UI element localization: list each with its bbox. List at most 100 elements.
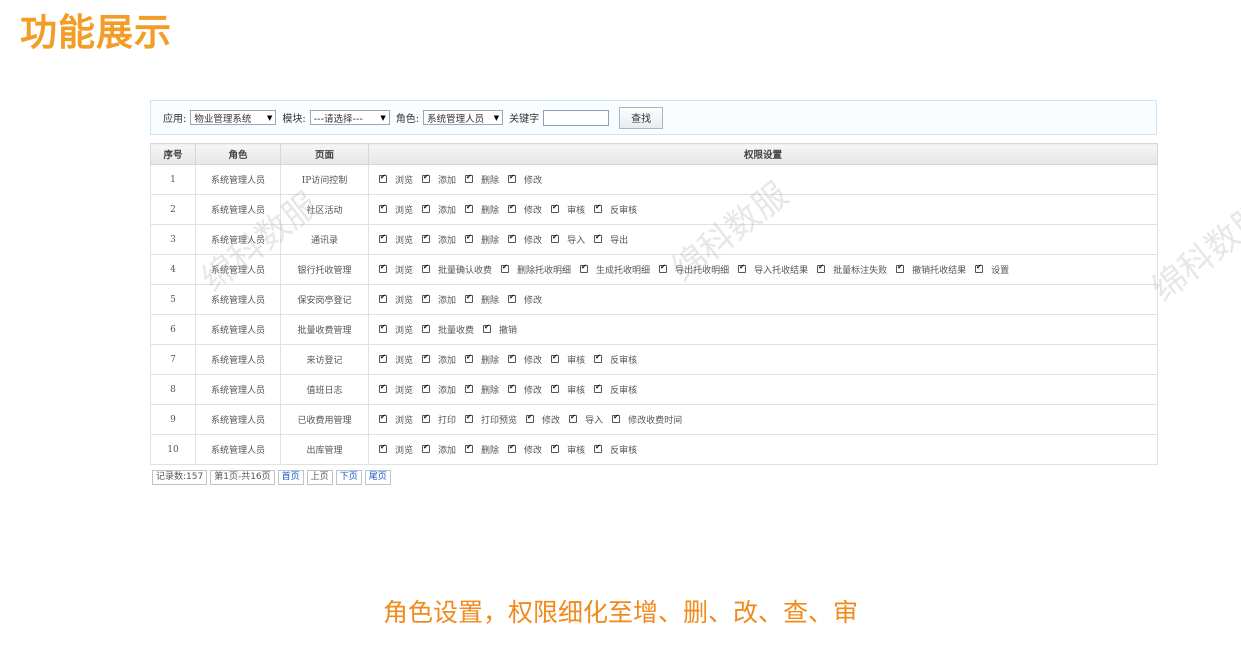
- permission-checkbox[interactable]: [526, 413, 535, 424]
- permission-checkbox[interactable]: [422, 413, 431, 424]
- permission-item: 修改: [508, 233, 542, 246]
- permission-checkbox[interactable]: [508, 293, 517, 304]
- permission-checkbox[interactable]: [422, 173, 431, 184]
- permission-item: 修改: [508, 443, 542, 456]
- page-cell: 保安岗亭登记: [280, 284, 369, 315]
- permission-checkbox[interactable]: [508, 443, 517, 454]
- permission-checkbox[interactable]: [465, 443, 474, 454]
- permission-label: 反审核: [610, 355, 638, 366]
- permission-checkbox[interactable]: [465, 293, 474, 304]
- permission-item: 浏览: [379, 293, 413, 306]
- role-select[interactable]: 系统管理人员 ▼: [423, 110, 504, 125]
- permission-checkbox[interactable]: [379, 383, 387, 394]
- prev-page-link[interactable]: 上页: [306, 470, 333, 485]
- permission-label: 导出: [610, 235, 629, 246]
- permission-checkbox[interactable]: [569, 413, 578, 424]
- permission-checkbox[interactable]: [975, 263, 984, 274]
- permission-checkbox[interactable]: [379, 413, 387, 424]
- role-cell: 系统管理人员: [195, 314, 281, 345]
- permission-checkbox[interactable]: [594, 233, 603, 244]
- permission-checkbox[interactable]: [379, 323, 387, 334]
- permission-checkbox[interactable]: [422, 323, 431, 334]
- permission-checkbox[interactable]: [738, 263, 747, 274]
- permission-checkbox[interactable]: [379, 443, 387, 454]
- permission-checkbox[interactable]: [508, 383, 517, 394]
- permission-checkbox[interactable]: [379, 233, 387, 244]
- permission-checkbox[interactable]: [465, 383, 474, 394]
- permission-label: 批量确认收费: [438, 265, 493, 276]
- permission-item: 浏览: [379, 383, 413, 396]
- page-cell: 批量收费管理: [280, 314, 369, 345]
- permission-checkbox[interactable]: [508, 353, 517, 364]
- permissions-cell: 浏览 添加 删除 修改: [368, 284, 1158, 315]
- permission-checkbox[interactable]: [551, 203, 560, 214]
- permission-checkbox[interactable]: [551, 353, 560, 364]
- permission-checkbox[interactable]: [465, 233, 474, 244]
- permission-checkbox[interactable]: [379, 293, 387, 304]
- permission-checkbox[interactable]: [551, 233, 560, 244]
- permission-checkbox[interactable]: [594, 203, 603, 214]
- permission-label: 撤销托收结果: [912, 265, 967, 276]
- page-cell: 已收费用管理: [280, 404, 369, 435]
- first-page-link[interactable]: 首页: [277, 470, 304, 485]
- record-count: 记录数:157: [152, 470, 208, 485]
- permission-checkbox[interactable]: [659, 263, 668, 274]
- permission-checkbox[interactable]: [379, 173, 387, 184]
- permission-label: 修改: [542, 415, 561, 426]
- permission-checkbox[interactable]: [379, 203, 387, 214]
- permission-checkbox[interactable]: [580, 263, 589, 274]
- permission-label: 导入: [567, 235, 586, 246]
- permission-label: 添加: [438, 205, 457, 216]
- permission-label: 修改: [524, 235, 543, 246]
- permission-item: 打印预览: [465, 413, 517, 426]
- permission-label: 浏览: [395, 175, 414, 186]
- permission-checkbox[interactable]: [508, 233, 517, 244]
- find-button[interactable]: 查找: [619, 106, 664, 129]
- app-select[interactable]: 物业管理系统 ▼: [190, 110, 277, 125]
- permission-label: 导入托收结果: [754, 265, 809, 276]
- permission-checkbox[interactable]: [379, 353, 387, 364]
- permission-checkbox[interactable]: [422, 263, 431, 274]
- permission-checkbox[interactable]: [422, 353, 431, 364]
- permission-checkbox[interactable]: [465, 413, 474, 424]
- page-cell: 出库管理: [280, 434, 369, 465]
- permission-checkbox[interactable]: [422, 293, 431, 304]
- permission-checkbox[interactable]: [594, 383, 603, 394]
- next-page-link[interactable]: 下页: [335, 470, 362, 485]
- permission-checkbox[interactable]: [501, 263, 510, 274]
- permission-checkbox[interactable]: [896, 263, 905, 274]
- permission-checkbox[interactable]: [551, 443, 560, 454]
- permission-item: 撤销: [483, 323, 517, 336]
- permission-checkbox[interactable]: [465, 173, 474, 184]
- permission-checkbox[interactable]: [465, 353, 474, 364]
- permission-checkbox[interactable]: [422, 443, 431, 454]
- permission-checkbox[interactable]: [817, 263, 826, 274]
- permission-item: 修改: [508, 353, 542, 366]
- permission-checkbox[interactable]: [379, 263, 387, 274]
- module-select[interactable]: ---请选择--- ▼: [309, 110, 390, 125]
- permission-checkbox[interactable]: [465, 203, 474, 214]
- permission-checkbox[interactable]: [594, 353, 603, 364]
- permission-checkbox[interactable]: [551, 383, 560, 394]
- permission-checkbox[interactable]: [508, 203, 517, 214]
- last-page-link[interactable]: 尾页: [364, 470, 391, 485]
- permission-label: 生成托收明细: [596, 265, 651, 276]
- keyword-input[interactable]: [543, 109, 610, 126]
- permission-checkbox[interactable]: [422, 383, 431, 394]
- permission-label: 删除: [481, 175, 500, 186]
- permission-item: 修改收费时间: [612, 413, 682, 426]
- permission-item: 添加: [422, 383, 456, 396]
- permission-label: 打印: [438, 415, 457, 426]
- permission-checkbox[interactable]: [612, 413, 621, 424]
- permission-checkbox[interactable]: [594, 443, 603, 454]
- permission-checkbox[interactable]: [422, 233, 431, 244]
- column-header-permissions: 权限设置: [368, 143, 1158, 165]
- role-cell: 系统管理人员: [195, 224, 281, 255]
- permission-label: 打印预览: [481, 415, 518, 426]
- permission-checkbox[interactable]: [508, 173, 517, 184]
- permission-label: 审核: [567, 205, 586, 216]
- permission-checkbox[interactable]: [483, 323, 492, 334]
- permissions-cell: 浏览 批量确认收费 删除托收明细 生成托收明细 导出托收明细 导入托收结果 批量标注失败 撤销…: [368, 254, 1158, 285]
- permission-checkbox[interactable]: [422, 203, 431, 214]
- row-number-cell: 5: [150, 284, 196, 315]
